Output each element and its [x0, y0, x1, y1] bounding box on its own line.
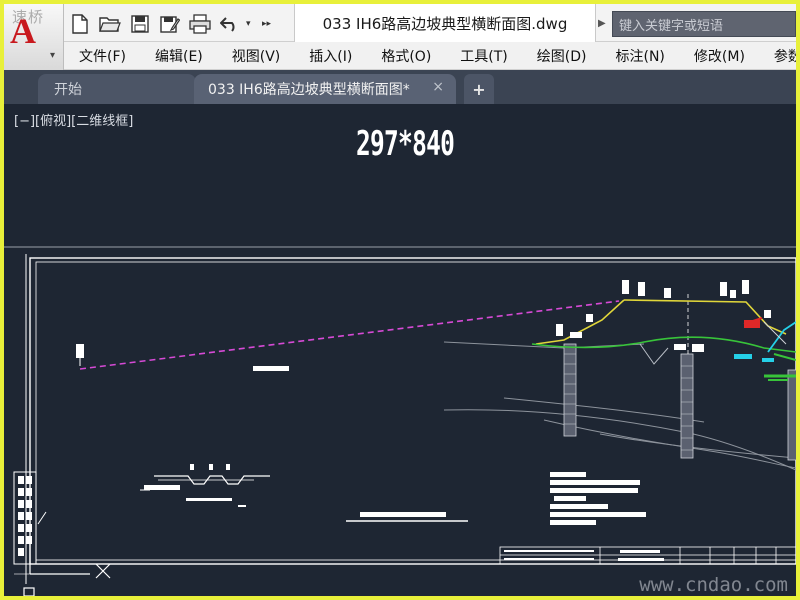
- application-menu-button[interactable]: 速桥 A ▾: [4, 4, 64, 70]
- menu-modify[interactable]: 修改(M): [679, 46, 759, 66]
- dropdown-icon[interactable]: ▾: [246, 19, 260, 29]
- caption-block: [360, 512, 446, 517]
- screen-frame: ▾ ▸▸ 033 IH6路高边坡典型横断面图.dwg ▶ 键入关键字或短语 速桥…: [0, 0, 800, 600]
- file-tab-bar: 开始 033 IH6路高边坡典型横断面图* × +: [4, 70, 796, 104]
- menu-file[interactable]: 文件(F): [64, 46, 140, 66]
- menu-parameters[interactable]: 参数: [759, 46, 796, 66]
- open-folder-icon[interactable]: [96, 11, 124, 37]
- tab-document-label: 033 IH6路高边坡典型横断面图*: [208, 82, 410, 98]
- menu-bar: 文件(F) 编辑(E) 视图(V) 插入(I) 格式(O) 工具(T) 绘图(D…: [64, 42, 796, 70]
- dashed-boundary-line: [79, 300, 620, 370]
- menu-insert[interactable]: 插入(I): [294, 46, 366, 66]
- undo-icon[interactable]: [216, 11, 244, 37]
- menu-view[interactable]: 视图(V): [217, 46, 295, 66]
- tab-start[interactable]: 开始: [38, 74, 196, 104]
- menu-draw[interactable]: 绘图(D): [522, 46, 601, 66]
- chevron-down-icon: ▾: [50, 50, 56, 61]
- menu-tools[interactable]: 工具(T): [445, 46, 521, 66]
- close-icon[interactable]: ×: [432, 79, 444, 95]
- save-as-icon[interactable]: [156, 11, 184, 37]
- quick-access-toolbar: ▾ ▸▸: [66, 10, 276, 38]
- drawing-canvas[interactable]: [−][俯视][二维线框] 297*840 www.cndao.com: [4, 104, 796, 596]
- search-expand-icon[interactable]: ▶: [598, 14, 610, 34]
- terrain-profile: [443, 341, 796, 471]
- plus-icon: +: [472, 79, 486, 99]
- label-block: [76, 344, 84, 358]
- menu-edit[interactable]: 编辑(E): [140, 46, 217, 66]
- search-input[interactable]: 键入关键字或短语: [612, 11, 796, 37]
- document-title: 033 IH6路高边坡典型横断面图.dwg: [294, 4, 596, 42]
- menu-dimension[interactable]: 标注(N): [601, 46, 679, 66]
- more-icon[interactable]: ▸▸: [262, 19, 276, 29]
- new-file-icon[interactable]: [66, 11, 94, 37]
- notes-block: [550, 472, 646, 525]
- print-icon[interactable]: [186, 11, 214, 37]
- title-block: [499, 546, 796, 565]
- cyan-marker: [734, 354, 752, 359]
- save-icon[interactable]: [126, 11, 154, 37]
- drainage-section-detail: [140, 464, 270, 507]
- cyan-slope-line: [767, 321, 796, 353]
- tab-document[interactable]: 033 IH6路高边坡典型横断面图* ×: [194, 74, 456, 104]
- site-watermark: www.cndao.com: [639, 574, 788, 596]
- text-block: [253, 366, 289, 371]
- tab-start-label: 开始: [54, 82, 82, 98]
- menu-format[interactable]: 格式(O): [366, 46, 445, 66]
- app-logo-icon: A: [10, 11, 36, 51]
- title-bar: ▾ ▸▸ 033 IH6路高边坡典型横断面图.dwg ▶ 键入关键字或短语: [4, 4, 796, 42]
- ucs-icon: [14, 544, 111, 596]
- new-tab-button[interactable]: +: [464, 74, 494, 104]
- cad-drawing: [4, 246, 796, 596]
